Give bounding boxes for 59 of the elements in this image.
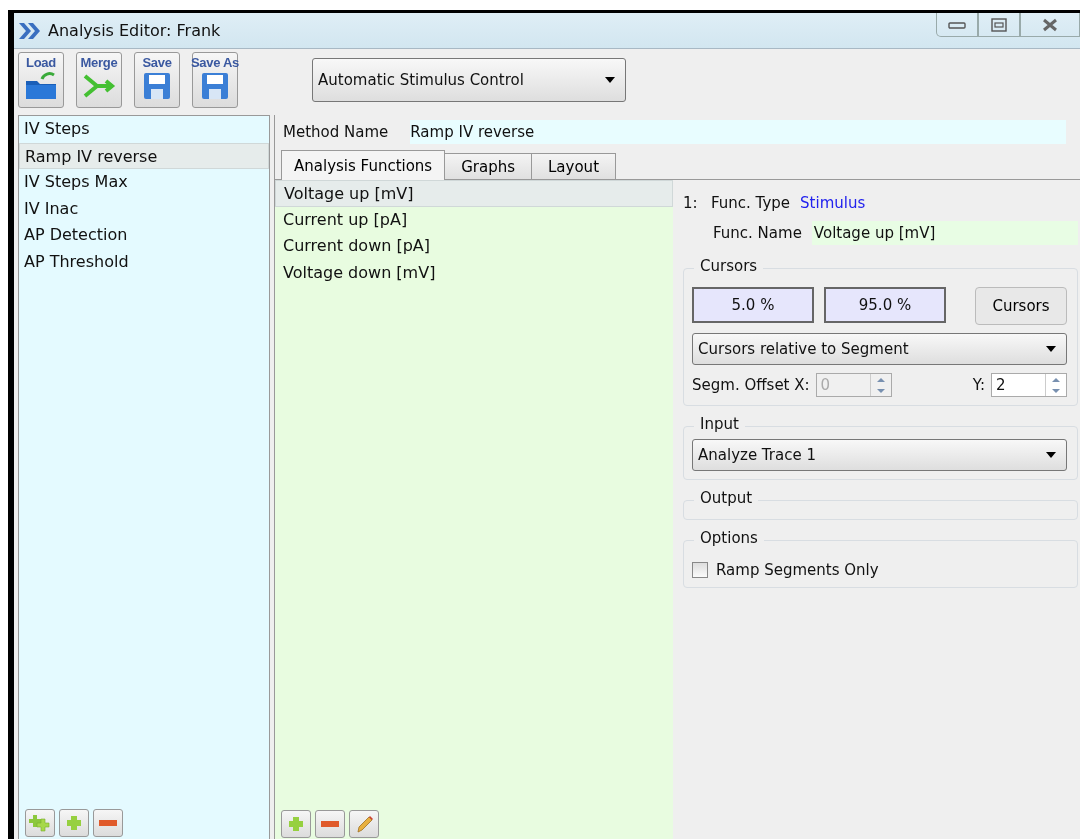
method-item[interactable]: IV Steps Max [19, 169, 269, 196]
remove-button[interactable] [93, 809, 123, 837]
group-title: Options [694, 529, 764, 547]
checkbox[interactable] [692, 562, 708, 578]
function-name-field[interactable]: Voltage up [mV] [811, 221, 1078, 245]
plus-icon [66, 815, 82, 831]
group-title: Output [694, 489, 759, 507]
minus-icon [321, 820, 339, 828]
pencil-icon [354, 814, 374, 834]
toolbar-button[interactable]: Save As [192, 52, 238, 108]
cursor-value-field[interactable]: 5.0 % [692, 287, 814, 323]
maximize-button[interactable] [978, 13, 1020, 37]
method-item[interactable]: AP Threshold [19, 248, 269, 275]
function-type-label: Func. Type [711, 194, 791, 212]
edit-button[interactable] [349, 810, 379, 838]
offset-x-label: Segm. Offset X: [692, 376, 810, 394]
input-dropdown[interactable]: Analyze Trace 1 [692, 439, 1067, 471]
group-title: Input [694, 415, 745, 433]
double-plus-icon [28, 813, 52, 833]
function-item[interactable]: Current up [pA] [275, 206, 673, 233]
function-type-value: Stimulus [800, 194, 866, 212]
minimize-button[interactable] [936, 13, 978, 37]
toolbar-button[interactable]: Save [134, 52, 180, 108]
tab[interactable]: Graphs [444, 153, 532, 179]
mode-dropdown[interactable]: Automatic Stimulus Control [312, 58, 626, 102]
offset-y-label: Y: [972, 376, 985, 394]
function-item[interactable]: Voltage down [mV] [275, 259, 673, 286]
cursor-mode-dropdown[interactable]: Cursors relative to Segment [692, 333, 1067, 365]
method-name-label: Method Name [283, 123, 389, 141]
add-button[interactable] [281, 810, 311, 838]
method-item[interactable]: IV Steps [19, 116, 269, 143]
tab[interactable]: Layout [531, 153, 616, 179]
function-item[interactable]: Current down [pA] [275, 233, 673, 260]
close-icon [1041, 17, 1059, 32]
remove-button[interactable] [315, 810, 345, 838]
minimize-icon [947, 19, 967, 30]
method-name-field[interactable]: Ramp IV reverse [410, 120, 1066, 144]
function-item[interactable]: Voltage up [mV] [275, 180, 673, 207]
close-button[interactable] [1020, 13, 1080, 37]
cursor-value-field[interactable]: 95.0 % [824, 287, 946, 323]
folder-icon [24, 71, 58, 101]
toolbar-button[interactable]: Merge [76, 52, 122, 108]
offset-y-spinbox[interactable]: 2 [991, 373, 1067, 397]
tab[interactable]: Analysis Functions [281, 150, 446, 180]
function-index: 1: [683, 194, 699, 212]
minus-icon [99, 819, 117, 827]
app-icon [16, 20, 42, 41]
duplicate-button[interactable] [25, 809, 55, 837]
function-name-label: Func. Name [713, 224, 802, 242]
window-title: Analysis Editor: Frank [48, 21, 221, 40]
method-item[interactable]: IV Inac [19, 195, 269, 222]
checkbox-label: Ramp Segments Only [716, 561, 879, 579]
method-item[interactable]: Ramp IV reverse [19, 142, 269, 169]
restore-icon [991, 17, 1007, 32]
cursors-button[interactable]: Cursors [975, 287, 1067, 325]
toolbar-button[interactable]: Load [18, 52, 64, 108]
plus-icon [288, 816, 304, 832]
add-button[interactable] [59, 809, 89, 837]
method-item[interactable]: AP Detection [19, 222, 269, 249]
